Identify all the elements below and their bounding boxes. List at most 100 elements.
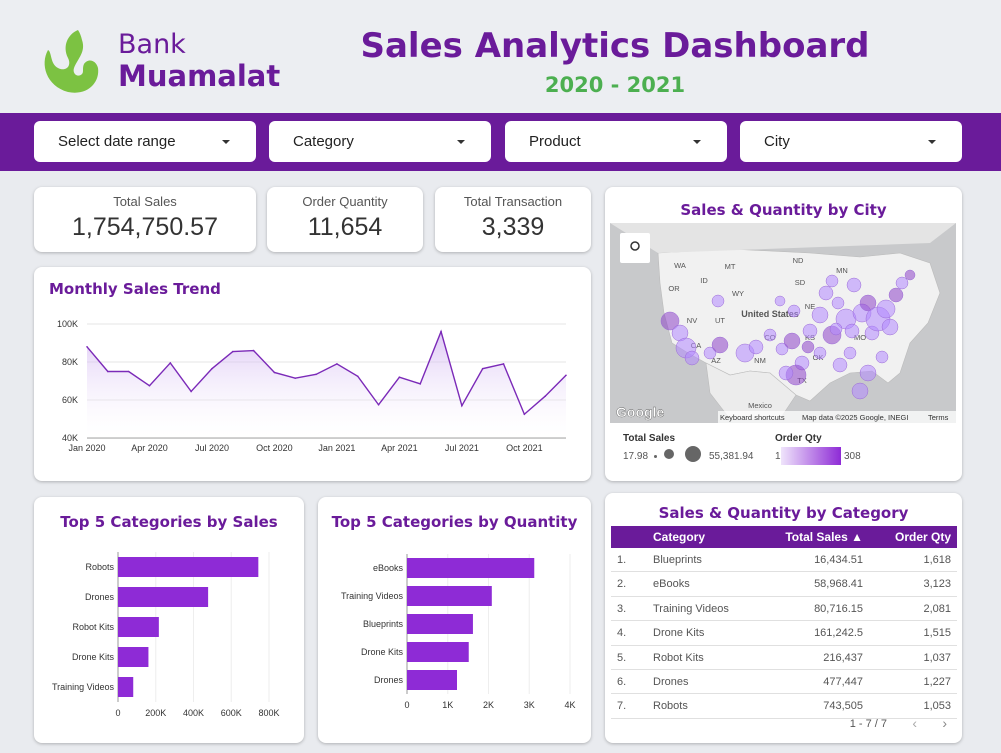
kpi-label: Total Transaction xyxy=(463,194,563,209)
bar-chart[interactable]: 0 200K 400K 600K 800K Robots Drones Robot Kits D… xyxy=(34,497,304,743)
x-tick-label: Jul 2021 xyxy=(445,443,479,453)
next-page-icon[interactable]: › xyxy=(942,715,947,731)
data-point xyxy=(336,363,338,365)
date-range-filter[interactable]: Select date range xyxy=(34,121,256,162)
data-point xyxy=(148,384,151,387)
col-qty-header[interactable]: Order Qty xyxy=(895,530,951,544)
legend-large-dot xyxy=(685,446,701,462)
data-point xyxy=(211,367,213,370)
x-tick-label: Oct 2021 xyxy=(506,443,543,453)
bank-logo: Bank Muamalat xyxy=(38,24,280,104)
table-row[interactable]: 4. Drone Kits 161,242.5 1,515 xyxy=(611,621,957,646)
city-bubble xyxy=(801,340,815,354)
filter-label: Product xyxy=(529,133,581,150)
table-body: 1. Blueprints 16,434.51 1,618 2. eBooks 58,968… xyxy=(611,548,957,719)
chart-title: Sales & Quantity by City xyxy=(680,201,887,219)
data-point xyxy=(86,346,88,348)
map-label: Mexico xyxy=(748,401,772,410)
product-filter[interactable]: Product xyxy=(505,121,727,162)
city-bubble xyxy=(875,350,889,364)
area-fill xyxy=(87,331,566,438)
category-label: Drone Kits xyxy=(72,652,115,662)
city-bubble xyxy=(711,336,729,354)
category-label: Drones xyxy=(85,592,115,602)
data-point xyxy=(169,362,172,364)
cell-sales: 58,968.41 xyxy=(814,578,863,591)
map-label: WY xyxy=(732,289,744,298)
us-map[interactable]: WAMTNDMNORIDWYSDNEUnited StatesNVUTCOKSM… xyxy=(610,223,956,423)
data-point xyxy=(273,371,276,374)
line-chart[interactable]: 100K 80K 60K 40KJan 2020 Apr 2020 Jul 2020 Oct… xyxy=(34,267,591,481)
bar xyxy=(118,647,149,667)
keyboard-shortcuts-link[interactable]: Keyboard shortcuts xyxy=(720,413,785,422)
cell-category: eBooks xyxy=(653,578,690,591)
cell-qty: 1,515 xyxy=(923,627,951,640)
legend-sales-label: Total Sales xyxy=(623,433,676,444)
cell-sales: 161,242.5 xyxy=(814,627,863,640)
map-label: NV xyxy=(687,316,697,325)
col-sales-header[interactable]: Total Sales ▲ xyxy=(785,530,863,544)
category-label: Robot Kits xyxy=(72,622,114,632)
terms-link[interactable]: Terms xyxy=(928,413,949,422)
map-label: MT xyxy=(725,262,736,271)
legend-sales-min: 17.98 xyxy=(623,451,649,462)
city-bubble xyxy=(829,322,843,336)
x-tick-label: Apr 2020 xyxy=(131,443,168,453)
x-tick-label: 3K xyxy=(524,700,535,710)
map-locate-button[interactable] xyxy=(620,233,650,263)
kpi-value: 11,654 xyxy=(307,213,383,241)
table-row[interactable]: 6. Drones 477,447 1,227 xyxy=(611,670,957,695)
city-filter[interactable]: City xyxy=(740,121,962,162)
monthly-trend-card: Monthly Sales Trend 100K 80K 60K 40K Jan 202… xyxy=(34,267,591,481)
cell-qty: 1,053 xyxy=(923,700,951,713)
col-category-header[interactable]: Category xyxy=(653,530,705,544)
data-point xyxy=(461,404,463,407)
map-data-text: Map data ©2025 Google, INEGI xyxy=(802,413,908,422)
city-bubble xyxy=(846,277,862,293)
row-number: 1. xyxy=(617,554,627,566)
category-filter[interactable]: Category xyxy=(269,121,491,162)
kpi-value: 1,754,750.57 xyxy=(72,213,218,241)
table-row[interactable]: 2. eBooks 58,968.41 3,123 xyxy=(611,572,957,597)
page-title: Sales Analytics Dashboard xyxy=(360,26,870,66)
prev-page-icon[interactable]: ‹ xyxy=(912,715,917,731)
caret-down-icon xyxy=(928,140,936,144)
top-sales-card: Top 5 Categories by Sales 0 200K 400K 600K 8… xyxy=(34,497,304,743)
city-bubble xyxy=(778,365,794,381)
filter-bar: Select date range Category Product City xyxy=(0,113,1001,171)
bar xyxy=(118,587,209,607)
category-label: eBooks xyxy=(373,563,404,573)
bar xyxy=(407,586,492,606)
data-point xyxy=(356,375,359,378)
row-number: 6. xyxy=(617,675,627,688)
bar xyxy=(118,677,134,697)
city-bubble xyxy=(825,274,839,288)
table-row[interactable]: 5. Robot Kits 216,437 1,037 xyxy=(611,646,957,670)
data-point xyxy=(502,363,505,365)
cell-category: Drones xyxy=(653,675,689,688)
data-point xyxy=(377,403,380,406)
city-bubble xyxy=(843,346,857,360)
city-bubble xyxy=(831,296,845,310)
table-row[interactable]: 3. Training Videos 80,716.15 2,081 xyxy=(611,597,957,622)
data-point xyxy=(565,374,567,377)
table-row[interactable]: 7. Robots 743,505 1,053 xyxy=(611,694,957,719)
data-point xyxy=(544,395,546,397)
kpi-label: Total Sales xyxy=(113,194,177,209)
data-point xyxy=(440,330,442,333)
cell-qty: 3,123 xyxy=(923,578,951,591)
y-tick-label: 100K xyxy=(57,319,78,329)
city-bubble xyxy=(876,299,896,319)
data-point xyxy=(315,373,317,376)
bar xyxy=(407,614,473,634)
table-row[interactable]: 1. Blueprints 16,434.51 1,618 xyxy=(611,548,957,573)
legend-qty-max: 308 xyxy=(844,451,861,462)
bar-chart[interactable]: 0 1K 2K 3K 4K eBooks Training Videos Blueprints… xyxy=(318,497,591,743)
map-label: NM xyxy=(754,356,766,365)
city-bubble xyxy=(813,346,827,360)
city-bubble xyxy=(851,382,869,400)
city-bubble xyxy=(802,323,818,339)
kpi-order-quantity: Order Quantity 11,654 xyxy=(267,187,423,252)
category-label: Training Videos xyxy=(52,682,115,692)
category-label: Blueprints xyxy=(363,619,404,629)
